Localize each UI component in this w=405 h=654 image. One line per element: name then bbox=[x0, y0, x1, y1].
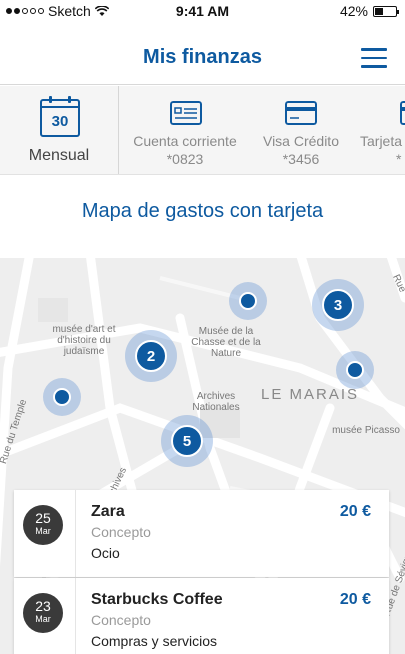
map-cluster-marker[interactable]: 5 bbox=[161, 415, 213, 467]
cluster-count: 3 bbox=[322, 289, 354, 321]
battery-icon bbox=[373, 5, 399, 17]
battery-info: 42% bbox=[339, 3, 399, 19]
card-icon bbox=[400, 101, 405, 125]
map-marker[interactable] bbox=[43, 378, 81, 416]
map-label-archives: Archives Nationales bbox=[192, 391, 240, 413]
account-name: Visa Crédito bbox=[262, 133, 339, 149]
date-month: Mar bbox=[35, 614, 51, 624]
transaction-amount: 20 € bbox=[339, 503, 371, 520]
card-divider bbox=[75, 578, 76, 654]
menu-icon-line bbox=[361, 56, 387, 59]
map-label-musee-chasse: Musée de la Chasse et de la Nature bbox=[191, 326, 261, 359]
account-tab-monthly[interactable]: 30 Mensual bbox=[0, 86, 119, 174]
date-day: 23 bbox=[35, 598, 51, 614]
concept-label: Concepto bbox=[91, 524, 151, 540]
date-month: Mar bbox=[35, 526, 51, 536]
account-selector[interactable]: 30 Mensual Cuenta corriente *0823 Visa C… bbox=[0, 86, 405, 175]
transaction-card[interactable]: 23 Mar Starbucks Coffee Concepto Compras… bbox=[14, 578, 389, 654]
concept-value: Ocio bbox=[91, 545, 120, 561]
concept-label: Concepto bbox=[91, 612, 151, 628]
map-label-musee-art-histoire: musée d'art et d'histoire du judaïsme bbox=[52, 324, 116, 357]
map-marker[interactable] bbox=[229, 282, 267, 320]
account-tab-visa-credit[interactable]: Visa Crédito *3456 bbox=[251, 86, 351, 174]
map-label-musee-picasso: musée Picasso bbox=[332, 425, 400, 436]
calendar-day: 30 bbox=[51, 113, 69, 130]
date-badge: 25 Mar bbox=[23, 505, 63, 545]
map-cluster-marker[interactable]: 3 bbox=[312, 279, 364, 331]
merchant-name: Starbucks Coffee bbox=[91, 591, 223, 608]
credit-card-icon bbox=[285, 101, 317, 125]
cluster-count: 5 bbox=[171, 425, 203, 457]
app-header: Mis finanzas bbox=[0, 22, 405, 85]
section-title: Mapa de gastos con tarjeta bbox=[81, 200, 324, 222]
page-title: Mis finanzas bbox=[143, 46, 262, 68]
account-number: * bbox=[396, 151, 402, 167]
concept-value: Compras y servicios bbox=[91, 633, 218, 649]
transaction-amount: 20 € bbox=[339, 591, 371, 608]
account-number: *0823 bbox=[166, 151, 204, 167]
merchant-name: Zara bbox=[91, 503, 125, 520]
map-label-le-marais: LE MARAIS bbox=[260, 386, 360, 403]
status-bar: Sketch 9:41 AM 42% bbox=[0, 0, 405, 22]
account-name: Tarjeta bbox=[360, 133, 403, 149]
date-day: 25 bbox=[35, 510, 51, 526]
account-card-icon bbox=[170, 101, 202, 125]
menu-icon-line bbox=[361, 65, 387, 68]
menu-icon-line bbox=[361, 48, 387, 51]
cluster-count: 2 bbox=[135, 340, 167, 372]
date-badge: 23 Mar bbox=[23, 593, 63, 633]
battery-percent: 42% bbox=[339, 3, 368, 19]
account-name: Cuenta corriente bbox=[133, 133, 237, 149]
card-divider bbox=[75, 490, 76, 577]
map-cluster-marker[interactable]: 2 bbox=[125, 330, 177, 382]
account-number: *3456 bbox=[282, 151, 320, 167]
account-tab-card-partial[interactable]: Tarjeta * bbox=[358, 86, 405, 174]
transaction-card[interactable]: 25 Mar Zara Concepto Ocio 20 € bbox=[14, 490, 389, 577]
calendar-icon: 30 bbox=[40, 96, 80, 137]
account-tab-current-account[interactable]: Cuenta corriente *0823 bbox=[119, 86, 251, 174]
map-marker[interactable] bbox=[336, 351, 374, 389]
hamburger-menu-button[interactable] bbox=[361, 48, 387, 68]
account-tab-label: Mensual bbox=[28, 147, 90, 164]
